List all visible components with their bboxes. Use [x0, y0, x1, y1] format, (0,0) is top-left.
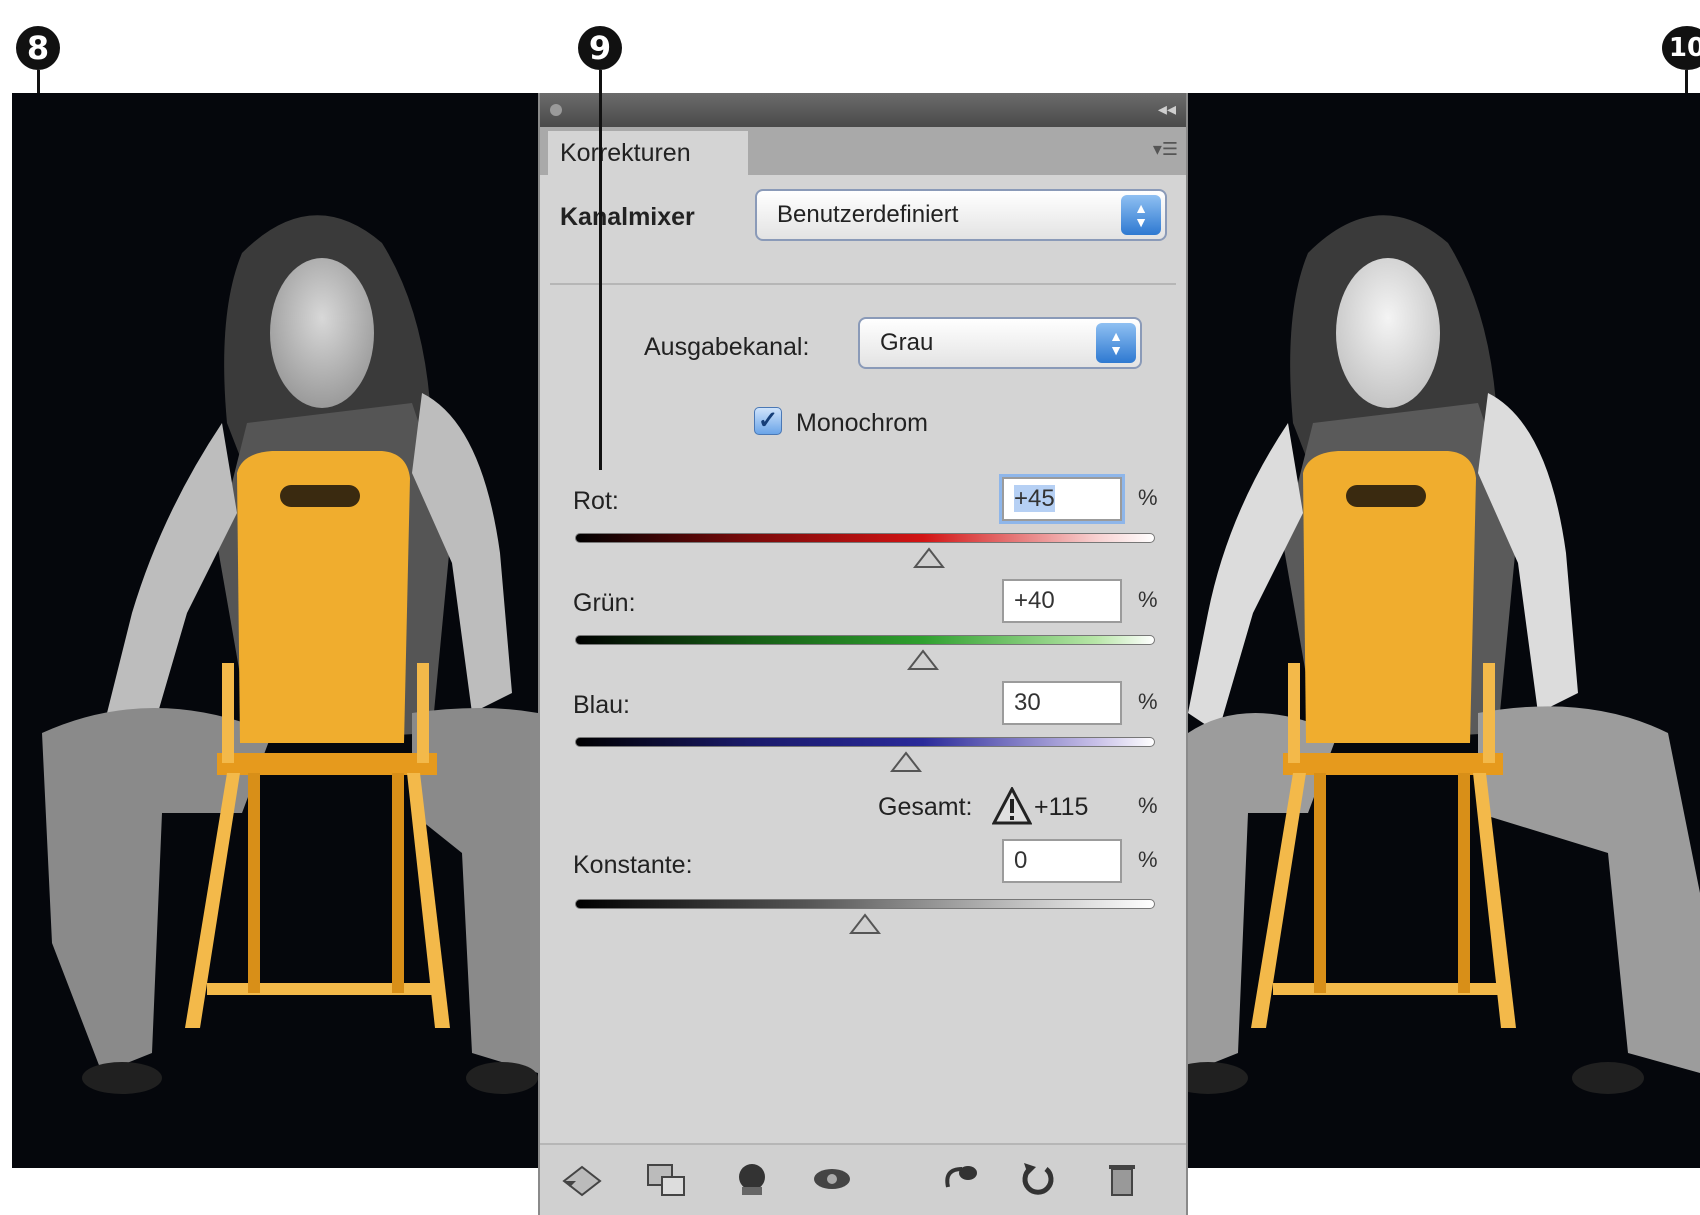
- collapse-panel-icon[interactable]: ◂◂: [1158, 99, 1176, 120]
- panel-menu-icon[interactable]: ▾☰: [1153, 139, 1178, 160]
- slider-label-green: Grün:: [573, 589, 636, 617]
- red-percent-label: %: [1138, 485, 1158, 510]
- total-label: Gesamt:: [878, 793, 973, 821]
- green-percent-label: %: [1138, 587, 1158, 612]
- blue-percent-label: %: [1138, 689, 1158, 714]
- blue-value-field[interactable]: 30: [1002, 681, 1122, 725]
- output-channel-label: Ausgabekanal:: [644, 333, 810, 361]
- green-value-field[interactable]: +40: [1002, 579, 1122, 623]
- callout-marker-8: 8: [16, 26, 60, 70]
- panel-view-icon[interactable]: [644, 1159, 688, 1199]
- panel-titlebar[interactable]: ◂◂: [540, 93, 1186, 127]
- warning-icon: [991, 785, 1033, 830]
- red-slider-track[interactable]: [575, 533, 1155, 543]
- photo-before: [12, 93, 538, 1168]
- close-panel-icon[interactable]: [550, 104, 562, 116]
- panel-footer: [540, 1143, 1186, 1215]
- constant-percent-label: %: [1138, 847, 1158, 872]
- blue-slider-track[interactable]: [575, 737, 1155, 747]
- output-channel-select[interactable]: Grau ▲ ▼: [858, 317, 1142, 369]
- back-icon[interactable]: [560, 1159, 604, 1199]
- constant-label: Konstante:: [573, 851, 693, 879]
- visibility-icon[interactable]: [810, 1159, 854, 1199]
- preset-select-value: Benutzerdefiniert: [777, 201, 959, 228]
- select-stepper-icon: ▲ ▼: [1096, 323, 1136, 363]
- panel-divider: [550, 283, 1176, 285]
- red-value-field[interactable]: +45: [1002, 477, 1122, 521]
- total-percent-label: %: [1138, 793, 1158, 818]
- slider-label-red: Rot:: [573, 487, 619, 515]
- callout-leader-9: [599, 70, 602, 470]
- adjustment-name: Kanalmixer: [560, 203, 695, 231]
- callout-leader-8: [37, 70, 40, 93]
- previous-state-icon[interactable]: [938, 1159, 982, 1199]
- select-stepper-icon: ▲ ▼: [1121, 195, 1161, 235]
- reset-icon[interactable]: [1016, 1159, 1060, 1199]
- monochrome-label: Monochrom: [796, 409, 928, 437]
- callout-marker-9: 9: [578, 26, 622, 70]
- panel-tabbar: Korrekturen ▾☰: [540, 127, 1186, 175]
- slider-label-blue: Blau:: [573, 691, 630, 719]
- constant-value-field[interactable]: 0: [1002, 839, 1122, 883]
- monochrome-checkbox[interactable]: ✓: [754, 407, 782, 435]
- preset-select[interactable]: Benutzerdefiniert ▲ ▼: [755, 189, 1167, 241]
- clip-to-layer-icon[interactable]: [730, 1159, 774, 1199]
- callout-leader-10: [1685, 70, 1688, 93]
- green-slider-track[interactable]: [575, 635, 1155, 645]
- callout-marker-10: 10: [1662, 26, 1700, 70]
- photo-before-image: [42, 215, 538, 1094]
- trash-icon[interactable]: [1100, 1159, 1144, 1199]
- photo-after-image: [1188, 215, 1700, 1094]
- adjustments-panel: ◂◂ Korrekturen ▾☰ Kanalmixer Benutzerdef…: [538, 93, 1188, 1215]
- tab-korrekturen[interactable]: Korrekturen: [548, 131, 748, 175]
- constant-slider-track[interactable]: [575, 899, 1155, 909]
- photo-after: [1188, 93, 1700, 1168]
- total-value: +115: [1034, 793, 1089, 821]
- output-channel-value: Grau: [880, 329, 934, 356]
